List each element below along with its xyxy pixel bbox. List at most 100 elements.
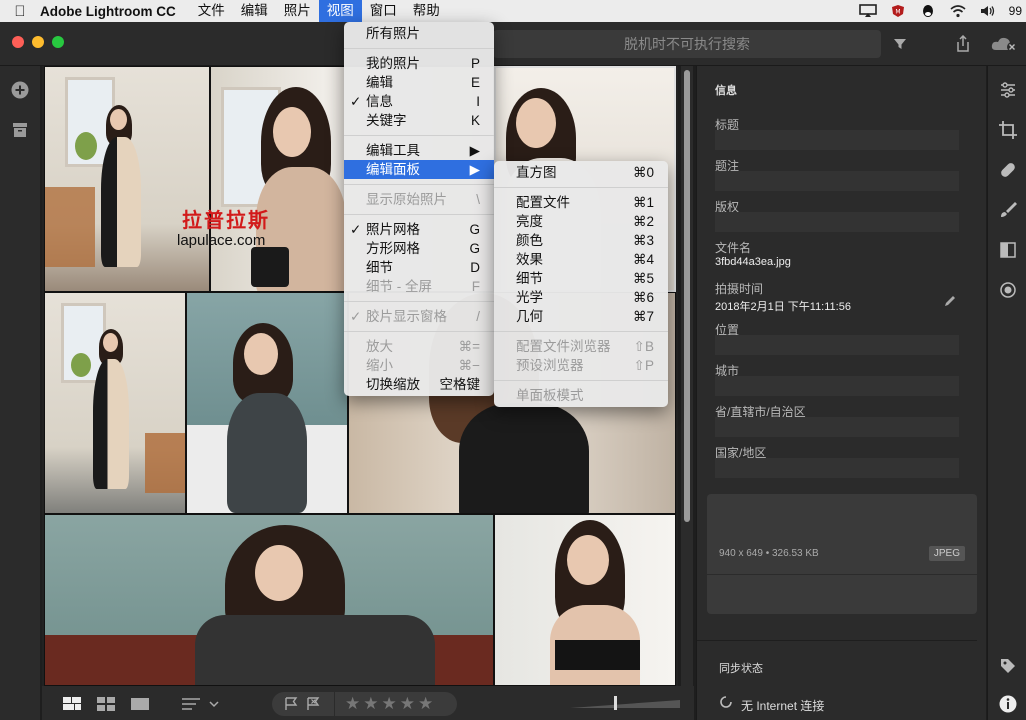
menu-item[interactable]: ✓ 照片网格 G: [344, 220, 494, 239]
zoom-window-button[interactable]: [52, 36, 64, 48]
crop-icon[interactable]: [998, 120, 1018, 140]
filename-label: 文件名: [715, 241, 752, 255]
minimize-window-button[interactable]: [32, 36, 44, 48]
qq-icon[interactable]: [919, 4, 937, 18]
menu-item[interactable]: 细节 ⌘5: [494, 269, 668, 288]
menu-item[interactable]: 光学 ⌘6: [494, 288, 668, 307]
menu-item-label: 编辑工具: [366, 143, 420, 158]
copyright-field[interactable]: [715, 212, 959, 232]
flag-pick-icon[interactable]: [284, 697, 298, 711]
menu-item[interactable]: 所有照片: [344, 24, 494, 43]
menu-item[interactable]: 方形网格 G: [344, 239, 494, 258]
app-name-menu[interactable]: Adobe Lightroom CC: [40, 4, 176, 19]
menu-item: ✓ 胶片显示窗格 /: [344, 307, 494, 326]
menu-item-label: 配置文件: [516, 195, 570, 210]
grid-scrollbar[interactable]: [681, 66, 693, 686]
menu-item-label: 单面板模式: [516, 388, 584, 403]
edit-sliders-icon[interactable]: [998, 80, 1018, 100]
radial-gradient-icon[interactable]: [998, 280, 1018, 300]
menu-item[interactable]: 直方图 ⌘0: [494, 163, 668, 182]
menu-item-label: 光学: [516, 290, 543, 305]
sort-icon[interactable]: [180, 696, 220, 712]
menu-separator: [344, 48, 494, 49]
wifi-icon[interactable]: [949, 4, 967, 18]
divider: [707, 574, 977, 575]
system-menu-bar:  Adobe Lightroom CC 文件 编辑 照片 视图 窗口 帮助 M…: [0, 0, 1026, 22]
photo-thumbnail[interactable]: [44, 292, 186, 514]
menu-item[interactable]: 切换缩放 空格键: [344, 375, 494, 394]
menu-photo[interactable]: 照片: [276, 0, 319, 22]
menu-item[interactable]: 我的照片 P: [344, 54, 494, 73]
volume-icon[interactable]: [979, 4, 997, 18]
battery-percent[interactable]: 99: [1009, 4, 1022, 18]
shield-icon[interactable]: M: [889, 4, 907, 18]
state-field[interactable]: [715, 417, 959, 437]
caption-field[interactable]: [715, 171, 959, 191]
menu-help[interactable]: 帮助: [405, 0, 448, 22]
menu-item[interactable]: 编辑 E: [344, 73, 494, 92]
location-field[interactable]: [715, 335, 959, 355]
pencil-icon[interactable]: [943, 294, 957, 308]
thumbnail-size-slider[interactable]: [570, 696, 680, 710]
menu-item-shortcut: ⌘−: [458, 358, 480, 373]
menu-file[interactable]: 文件: [190, 0, 233, 22]
menu-item[interactable]: 关键字 K: [344, 111, 494, 130]
menu-item[interactable]: 颜色 ⌘3: [494, 231, 668, 250]
menu-item[interactable]: ✓ 信息 I: [344, 92, 494, 111]
info-icon[interactable]: [998, 694, 1018, 714]
detail-view-icon[interactable]: [130, 696, 150, 712]
menu-item-shortcut: ⌘7: [632, 309, 654, 324]
menu-separator: [344, 331, 494, 332]
info-panel: 信息 标题 题注 版权 文件名 3fbd44a3ea.jpg 拍摄时间 2018…: [696, 66, 986, 720]
tag-icon[interactable]: [998, 656, 1018, 676]
menu-item[interactable]: 亮度 ⌘2: [494, 212, 668, 231]
window-toolbar: 脱机时不可执行搜索: [0, 22, 1026, 66]
apple-icon[interactable]: : [0, 3, 40, 20]
menu-item-label: 细节: [516, 271, 543, 286]
menu-view[interactable]: 视图: [318, 0, 362, 22]
country-field[interactable]: [715, 458, 959, 478]
menu-item[interactable]: 几何 ⌘7: [494, 307, 668, 326]
brush-icon[interactable]: [998, 200, 1018, 220]
menu-edit[interactable]: 编辑: [233, 0, 276, 22]
photo-thumbnail[interactable]: [44, 66, 210, 292]
photo-thumbnail[interactable]: [494, 514, 676, 686]
share-icon[interactable]: [955, 35, 971, 53]
healing-brush-icon[interactable]: [998, 160, 1018, 180]
title-field[interactable]: [715, 130, 959, 150]
menu-item[interactable]: 细节 D: [344, 258, 494, 277]
library-icon[interactable]: [10, 120, 30, 140]
view-menu-dropdown: 所有照片 我的照片 P 编辑 E ✓ 信息 I 关键字 K 编辑工具 ▶ 编辑面板 ▶ 显示原始照片 \ ✓ 照片…: [344, 22, 494, 396]
file-info-box: 940 x 649 • 326.53 KB JPEG: [707, 494, 977, 614]
airplay-icon[interactable]: [858, 4, 877, 18]
cloud-sync-offline-icon[interactable]: [990, 35, 1018, 53]
menu-item-shortcut: ⇧B: [633, 339, 654, 354]
menu-item[interactable]: 效果 ⌘4: [494, 250, 668, 269]
menu-item-shortcut: ⌘5: [632, 271, 654, 286]
menu-item-shortcut: ⌘3: [632, 233, 654, 248]
flag-reject-icon[interactable]: [306, 697, 320, 711]
right-tool-rail: [987, 66, 1026, 720]
linear-gradient-icon[interactable]: [998, 240, 1018, 260]
menu-item[interactable]: 编辑面板 ▶: [344, 160, 494, 179]
city-field[interactable]: [715, 376, 959, 396]
star-rating[interactable]: ★★★★★: [335, 692, 457, 716]
menu-item[interactable]: 编辑工具 ▶: [344, 141, 494, 160]
add-photos-icon[interactable]: [10, 80, 30, 100]
close-window-button[interactable]: [12, 36, 24, 48]
square-grid-view-icon[interactable]: [96, 696, 116, 712]
filter-icon[interactable]: [892, 36, 908, 52]
window-controls: [12, 36, 64, 48]
search-input[interactable]: 脱机时不可执行搜索: [493, 30, 881, 58]
scrollbar-thumb[interactable]: [684, 70, 690, 522]
filename-value: 3fbd44a3ea.jpg: [715, 256, 791, 268]
menu-window[interactable]: 窗口: [362, 0, 405, 22]
menu-item-shortcut: \: [476, 192, 480, 207]
menu-item[interactable]: 配置文件 ⌘1: [494, 193, 668, 212]
photo-grid-view-icon[interactable]: [62, 696, 82, 712]
photo-thumbnail[interactable]: [186, 292, 348, 514]
photo-thumbnail[interactable]: [44, 514, 494, 686]
menu-item-shortcut: ⌘4: [632, 252, 654, 267]
menu-item-shortcut: I: [476, 94, 480, 109]
menu-item-label: 效果: [516, 252, 543, 267]
